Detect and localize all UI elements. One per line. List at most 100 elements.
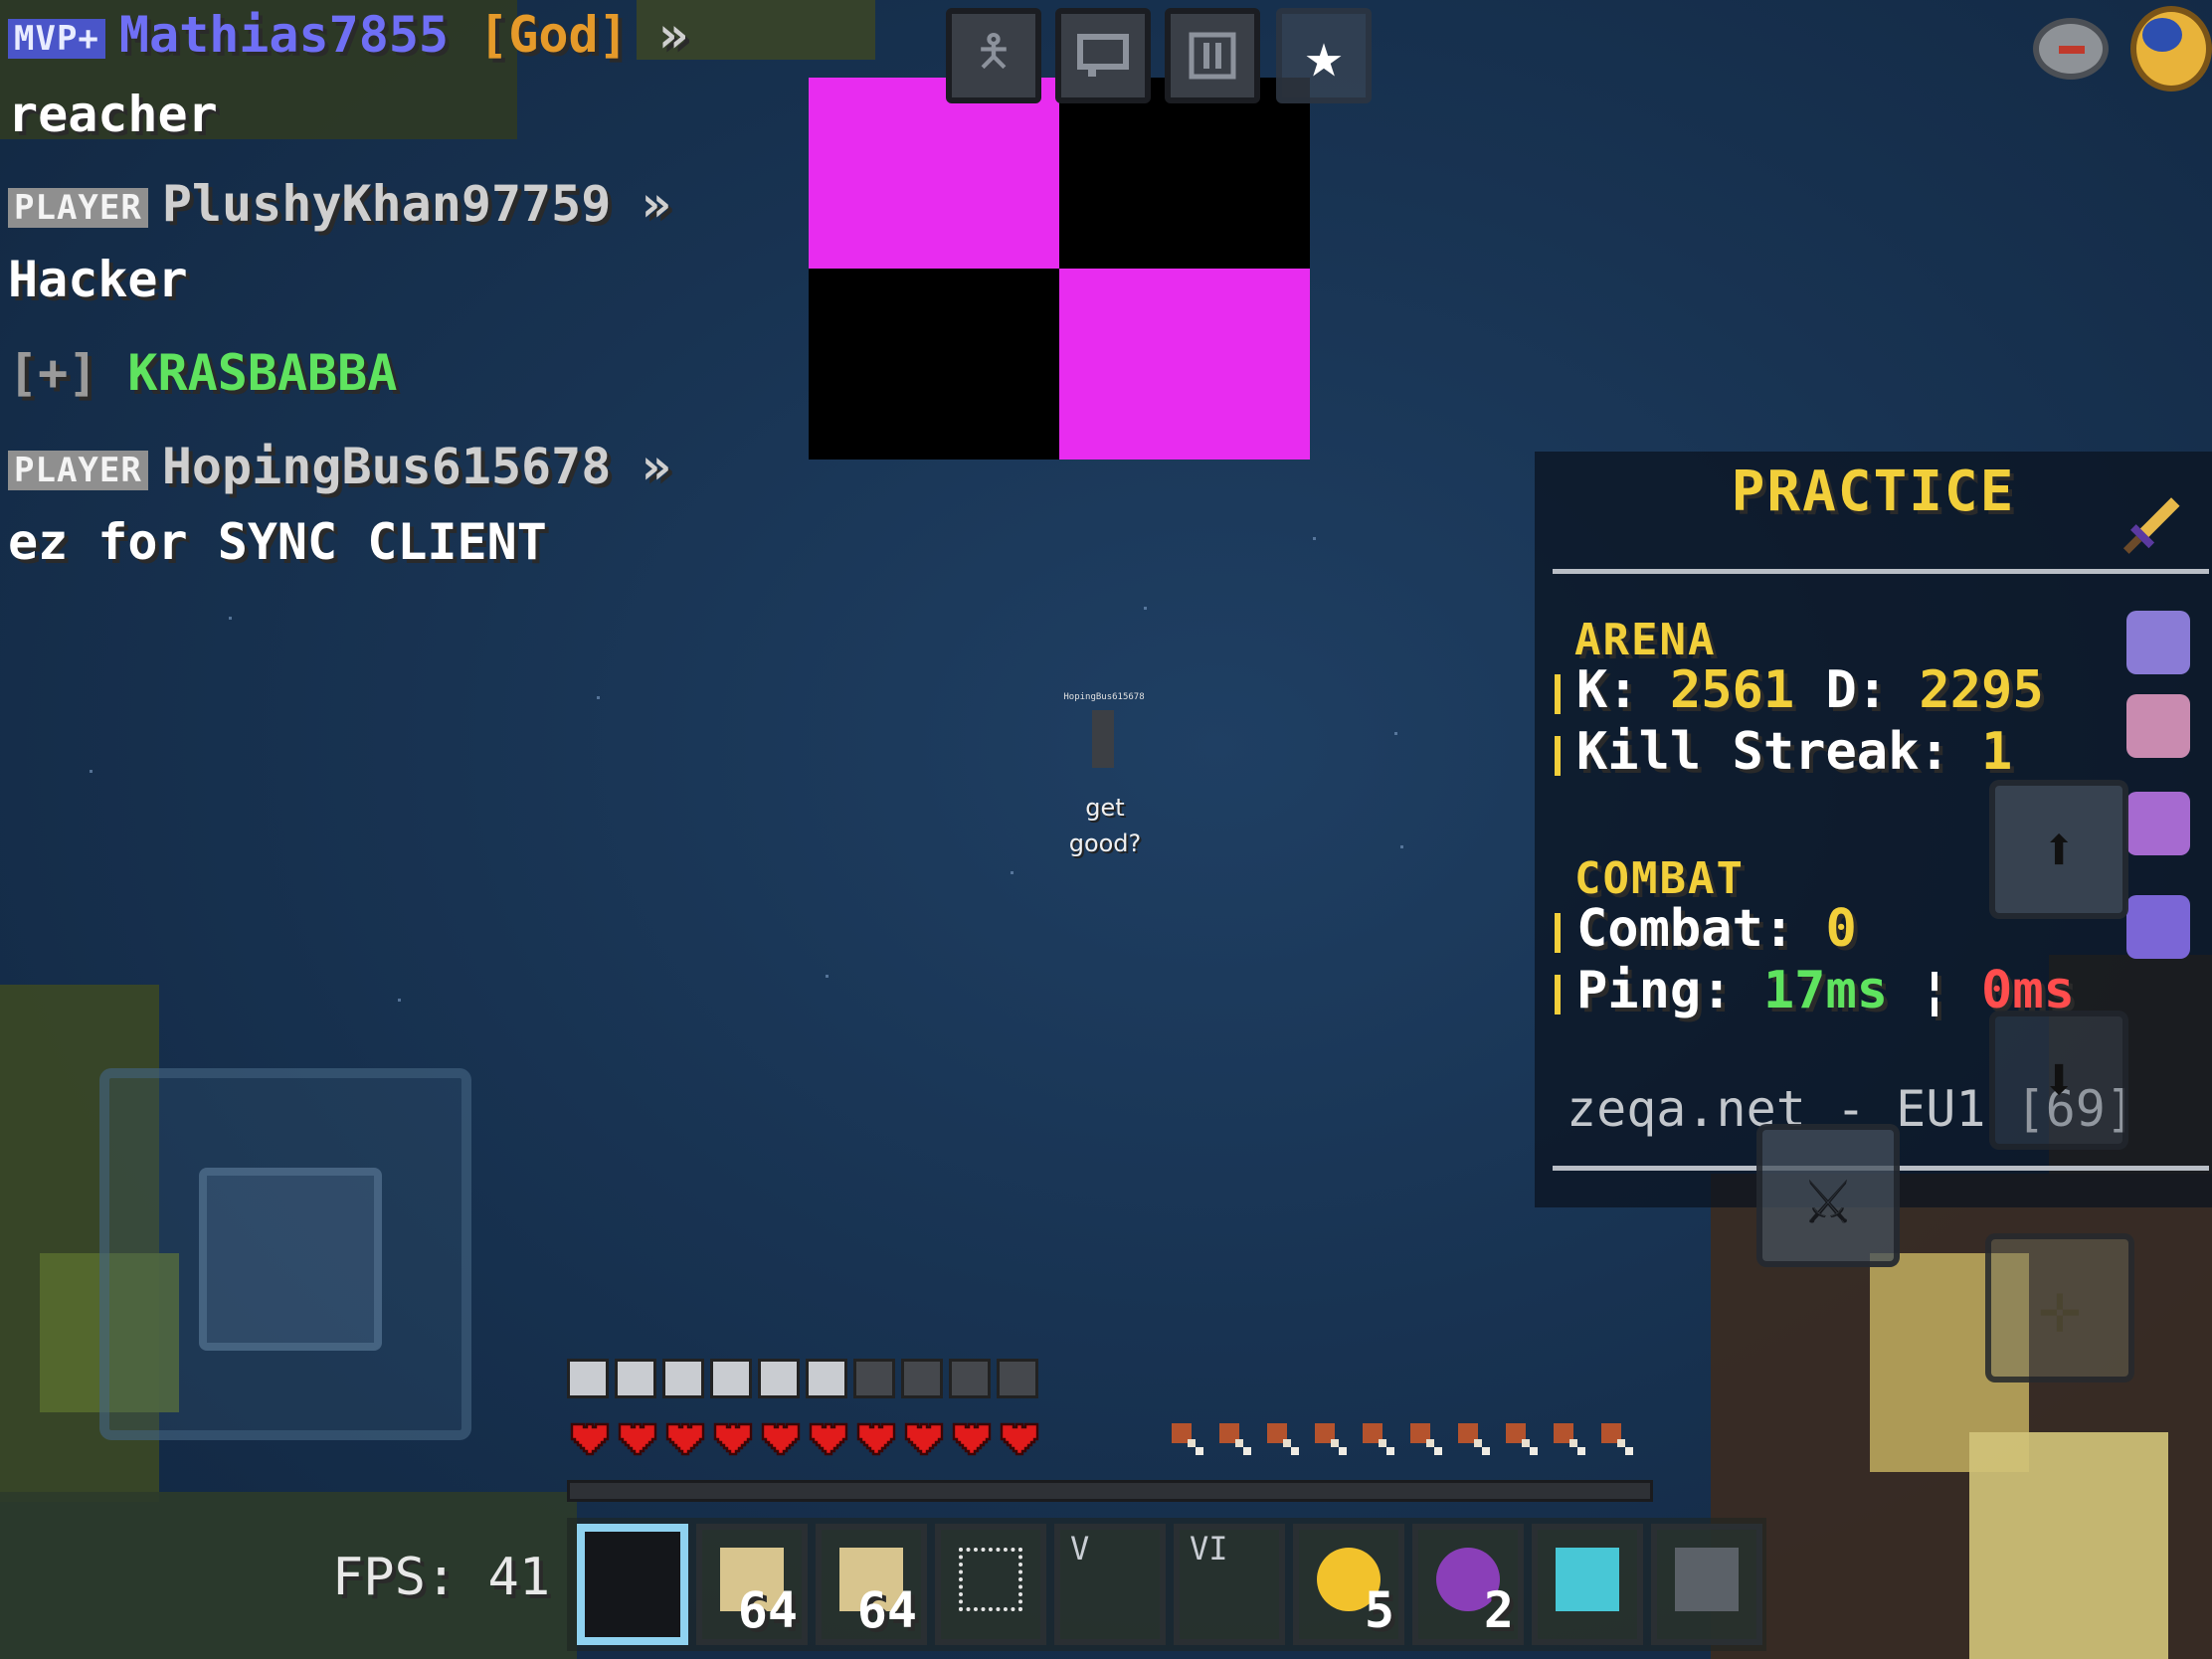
emote-button[interactable]: 🯅 <box>946 8 1041 103</box>
line-marker <box>1555 913 1561 953</box>
hotbar-slot[interactable]: VI <box>1174 1524 1285 1645</box>
hotbar-slot[interactable]: 64 <box>696 1524 808 1645</box>
star-button[interactable]: ★ <box>1276 8 1372 103</box>
ping-label: Ping: <box>1576 961 1733 1020</box>
armor-point-icon <box>567 1359 609 1398</box>
chat-message: PLAYER HopingBus615678 » <box>8 438 671 495</box>
sword-icon <box>2110 489 2185 565</box>
armor-point-icon <box>710 1359 752 1398</box>
hotbar-slot[interactable] <box>935 1524 1046 1645</box>
heart-icon <box>760 1420 802 1458</box>
armor-point-icon <box>949 1359 991 1398</box>
armor-point-icon <box>758 1359 800 1398</box>
compass-icon <box>2033 18 2109 80</box>
kill-streak-line: Kill Streak: 1 <box>1576 722 2012 782</box>
drumstick-icon <box>1597 1418 1637 1460</box>
arrow-up-icon: ⬆ <box>2040 815 2078 884</box>
hotbar-slot[interactable] <box>1651 1524 1762 1645</box>
drumstick-icon <box>1311 1418 1351 1460</box>
chat-player-name: Mathias7855 <box>118 6 450 64</box>
line-marker <box>1555 674 1561 714</box>
deaths-label: D: <box>1825 660 1889 720</box>
heart-icon <box>855 1420 897 1458</box>
heart-icon <box>808 1420 849 1458</box>
item-count: 5 <box>1364 1581 1394 1639</box>
experience-bar <box>567 1480 1653 1502</box>
chat-prefix: [+] <box>8 344 98 402</box>
combat-value: 0 <box>1825 899 1857 959</box>
chat-button[interactable] <box>1055 8 1151 103</box>
heart-icon <box>617 1420 658 1458</box>
heart-icon <box>664 1420 706 1458</box>
kills-deaths-line: K: 2561 D: 2295 <box>1576 660 2044 720</box>
item-count: 2 <box>1483 1581 1514 1639</box>
more-icon <box>1675 1548 1739 1611</box>
hotbar-slot[interactable] <box>1532 1524 1643 1645</box>
chat-message: PLAYER PlushyKhan97759 » <box>8 175 671 233</box>
chat-separator: » <box>657 6 688 64</box>
chat-separator: » <box>641 175 671 233</box>
hotbar-slot[interactable]: 5 <box>1293 1524 1404 1645</box>
hotbar-slot[interactable] <box>577 1524 688 1645</box>
sneak-button[interactable]: ⬇ <box>1989 1011 2128 1150</box>
opponent-nametag: HopingBus615678 <box>1063 692 1145 702</box>
item-count: 64 <box>737 1581 798 1639</box>
opponent-figure <box>1092 710 1114 768</box>
line-marker <box>1555 975 1561 1014</box>
pause-icon <box>1189 32 1236 80</box>
pause-button[interactable] <box>1165 8 1260 103</box>
cobweb-icon <box>959 1548 1022 1611</box>
heart-icon <box>951 1420 993 1458</box>
drumstick-icon <box>1263 1418 1303 1460</box>
drumstick-icon <box>1168 1418 1207 1460</box>
chat-player-name: KRASBABBA <box>127 344 398 402</box>
kill-streak-value: 1 <box>1981 722 2013 782</box>
chat-icon <box>1077 34 1129 77</box>
movement-joystick[interactable] <box>99 1068 471 1440</box>
hotbar-slot[interactable]: 2 <box>1412 1524 1524 1645</box>
opponent-caption: get good? <box>1068 794 1142 857</box>
boots-icon <box>2126 895 2190 959</box>
attack-button[interactable]: ⚔ <box>1756 1124 1900 1267</box>
diamond-pickaxe-icon <box>1556 1548 1619 1611</box>
chat-separator: » <box>641 438 671 495</box>
armor-point-icon <box>806 1359 847 1398</box>
clock-icon <box>2130 6 2212 92</box>
slot-number: VI <box>1190 1530 1228 1567</box>
armor-point-icon <box>615 1359 656 1398</box>
chat-player-name: HopingBus615678 <box>161 438 612 495</box>
interact-button[interactable]: ✛ <box>1985 1233 2134 1382</box>
chat-message-text: Hacker <box>8 251 188 308</box>
ping-value: 17ms <box>1762 961 1889 1020</box>
combat-header: COMBAT <box>1574 853 1745 904</box>
heart-icon <box>569 1420 611 1458</box>
drumstick-icon <box>1454 1418 1494 1460</box>
helmet-icon <box>2126 611 2190 674</box>
ping-separator: ¦ <box>1919 961 1950 1020</box>
missing-texture-block <box>809 78 1310 460</box>
armor-point-icon <box>853 1359 895 1398</box>
chat-player-name: PlushyKhan97759 <box>161 175 612 233</box>
hotbar-slot[interactable]: 64 <box>816 1524 927 1645</box>
fps-counter: FPS: 41 <box>332 1548 551 1607</box>
kills-value: 2561 <box>1669 660 1795 720</box>
drumstick-icon <box>1502 1418 1542 1460</box>
sword-attack-icon: ⚔ <box>1803 1149 1853 1242</box>
jump-button[interactable]: ⬆ <box>1989 780 2128 919</box>
combat-label: Combat: <box>1576 899 1795 959</box>
rank-badge: PLAYER <box>8 450 148 490</box>
line-marker <box>1555 736 1561 776</box>
star-icon: ★ <box>1304 19 1344 92</box>
combat-line: Combat: 0 <box>1576 899 1857 959</box>
joystick-knob[interactable] <box>199 1168 382 1351</box>
emote-icon: 🯅 <box>974 25 1014 77</box>
hotbar-slot[interactable]: V <box>1054 1524 1166 1645</box>
heart-icon <box>903 1420 945 1458</box>
rank-badge: MVP+ <box>8 18 105 59</box>
leggings-icon <box>2126 792 2190 855</box>
rank-badge: PLAYER <box>8 187 148 228</box>
chat-title-tag: [God] <box>478 6 629 64</box>
drumstick-icon <box>1359 1418 1398 1460</box>
slot-number: V <box>1070 1530 1090 1567</box>
chat-message: MVP+ Mathias7855 [God] » <box>8 6 688 64</box>
